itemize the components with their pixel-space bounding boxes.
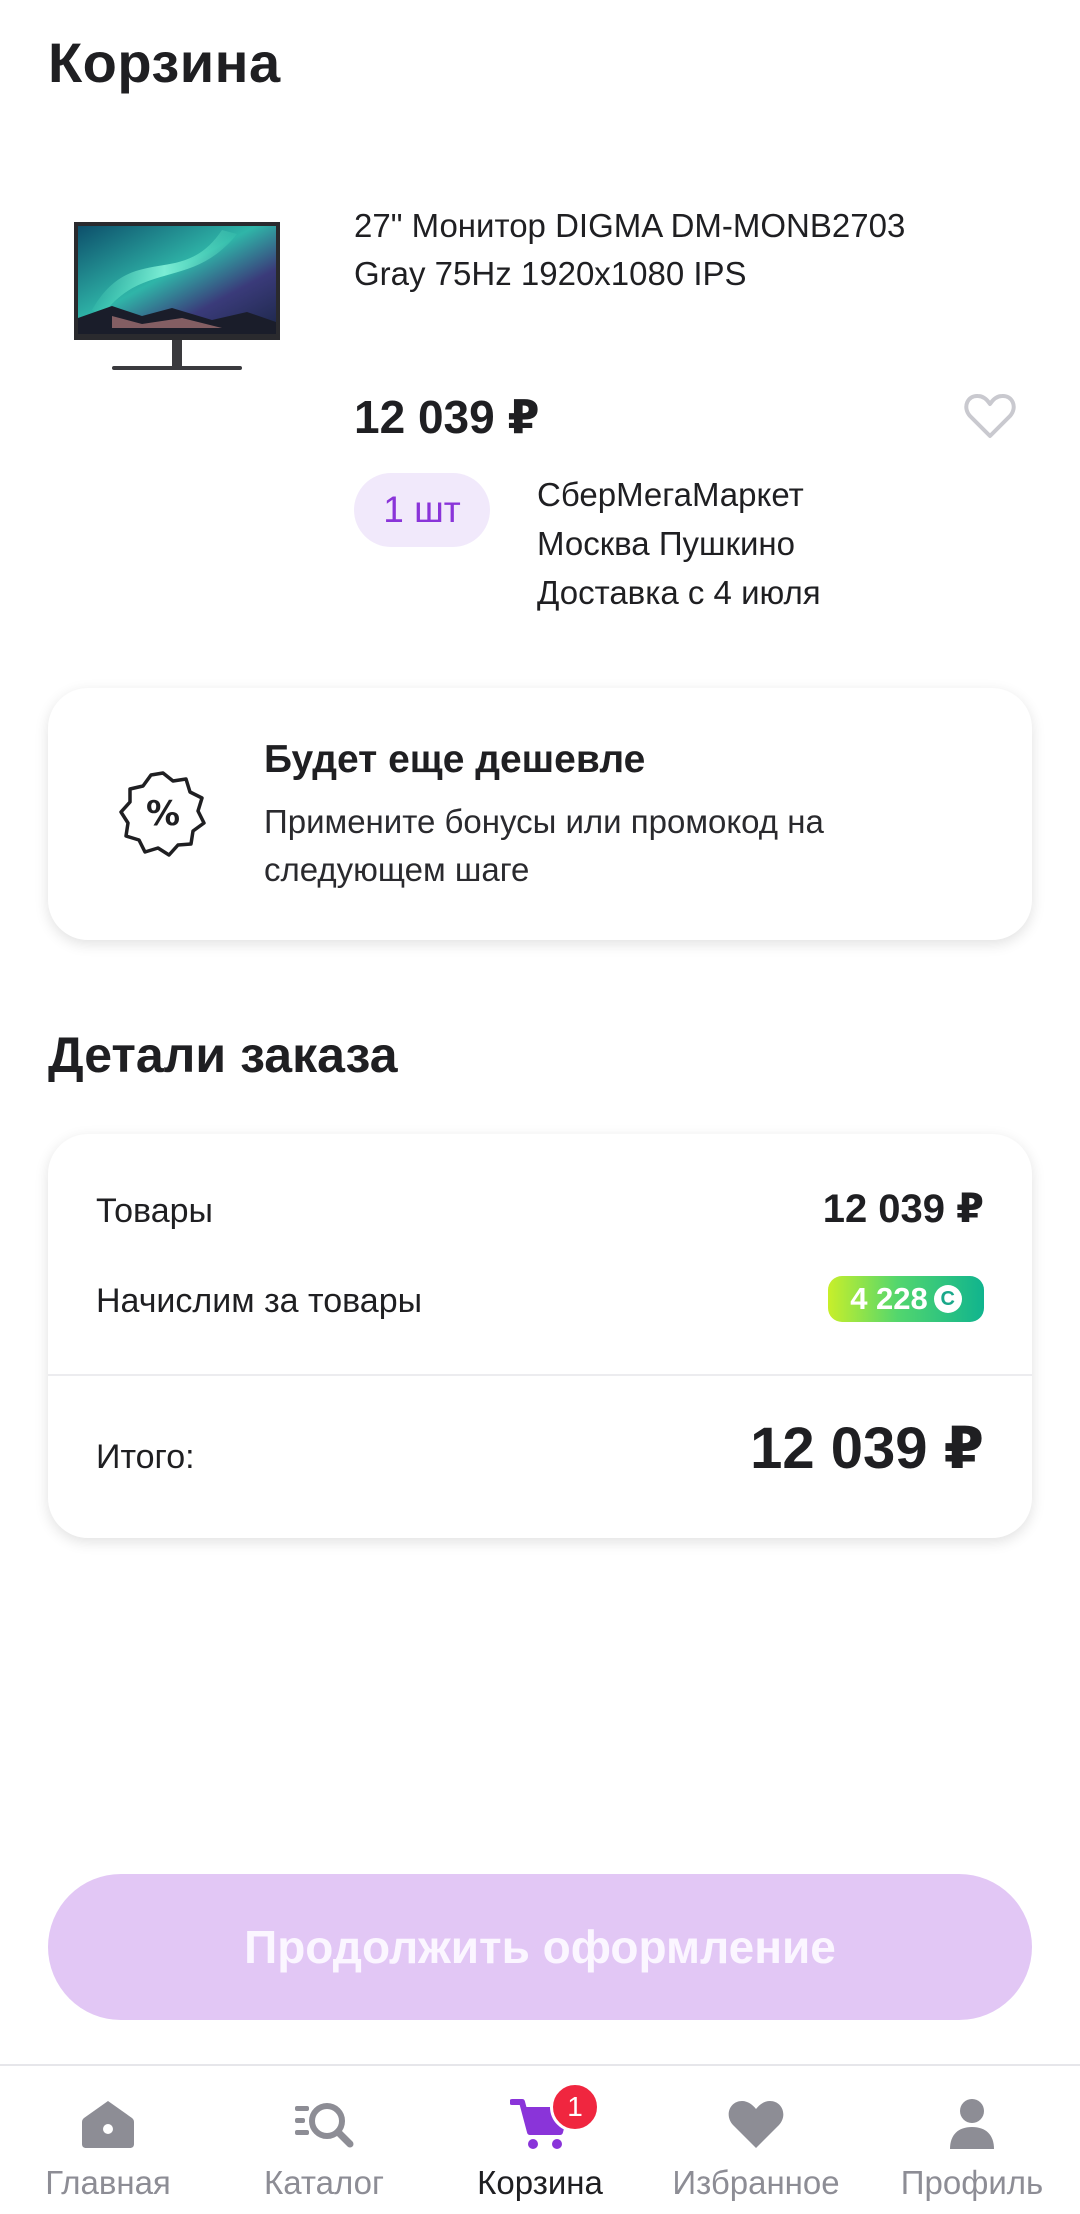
cart-count-badge: 1 <box>550 2082 600 2132</box>
bonus-coin-icon: С <box>933 1285 962 1313</box>
nav-label-cart: Корзина <box>477 2164 603 2201</box>
svg-text:%: % <box>146 794 180 834</box>
bonus-value: 4 228 <box>850 1281 928 1316</box>
total-value: 12 039 ₽ <box>750 1416 984 1481</box>
seller-name: СберМегаМаркет <box>537 476 804 513</box>
nav-item-profile[interactable]: Профиль <box>864 2066 1080 2214</box>
divider <box>48 1374 1032 1376</box>
cart-item: 27" Монитор DIGMA DM-MONB2703 Gray 75Hz … <box>0 180 1080 786</box>
nav-item-catalog[interactable]: Каталог <box>216 2066 432 2214</box>
delivery-date: Доставка с 4 июля <box>537 574 821 611</box>
total-label: Итого: <box>96 1438 195 1476</box>
nav-label-home: Главная <box>45 2164 171 2201</box>
promo-card[interactable]: % Будет еще дешевле Примените бонусы или… <box>48 688 1032 940</box>
nav-item-home[interactable]: Главная <box>0 2066 216 2214</box>
bottom-navigation: Главная Каталог 1 Корзина Избранное Проф… <box>0 2064 1080 2214</box>
quantity-selector[interactable]: 1 шт <box>354 473 490 547</box>
product-price: 12 039 ₽ <box>354 391 540 443</box>
profile-icon <box>950 2099 994 2149</box>
heart-outline-icon <box>964 394 1016 438</box>
home-icon <box>82 2101 134 2148</box>
nav-item-favorites[interactable]: Избранное <box>648 2066 864 2214</box>
order-details-card: Товары 12 039 ₽ Начислим за товары 4 228… <box>48 1134 1032 1538</box>
catalog-search-icon <box>295 2103 354 2148</box>
bonus-label: Начислим за товары <box>96 1282 423 1320</box>
product-name[interactable]: 27" Монитор DIGMA DM-MONB2703 Gray 75Hz … <box>354 202 914 298</box>
nav-item-cart[interactable]: 1 Корзина <box>432 2066 648 2214</box>
continue-checkout-button[interactable]: Продолжить оформление <box>48 1874 1032 2020</box>
seller-info: СберМегаМаркет Москва Пушкино Доставка с… <box>537 470 821 617</box>
percent-badge-icon: % <box>119 771 206 857</box>
nav-label-catalog: Каталог <box>264 2164 384 2201</box>
nav-label-profile: Профиль <box>900 2164 1044 2201</box>
bonus-badge: 4 228 С <box>828 1276 984 1322</box>
promo-title: Будет еще дешевле <box>264 738 646 781</box>
heart-icon <box>728 2101 784 2148</box>
nav-label-favorites: Избранное <box>672 2164 840 2201</box>
goods-label: Товары <box>96 1192 213 1230</box>
page-title: Корзина <box>48 31 281 94</box>
promo-text: Примените бонусы или промокод на следующ… <box>264 803 824 888</box>
goods-value: 12 039 ₽ <box>822 1187 984 1231</box>
order-details-title: Детали заказа <box>48 1027 398 1083</box>
favorite-button[interactable] <box>962 390 1018 442</box>
seller-location: Москва Пушкино <box>537 525 795 562</box>
product-image[interactable] <box>72 220 282 380</box>
